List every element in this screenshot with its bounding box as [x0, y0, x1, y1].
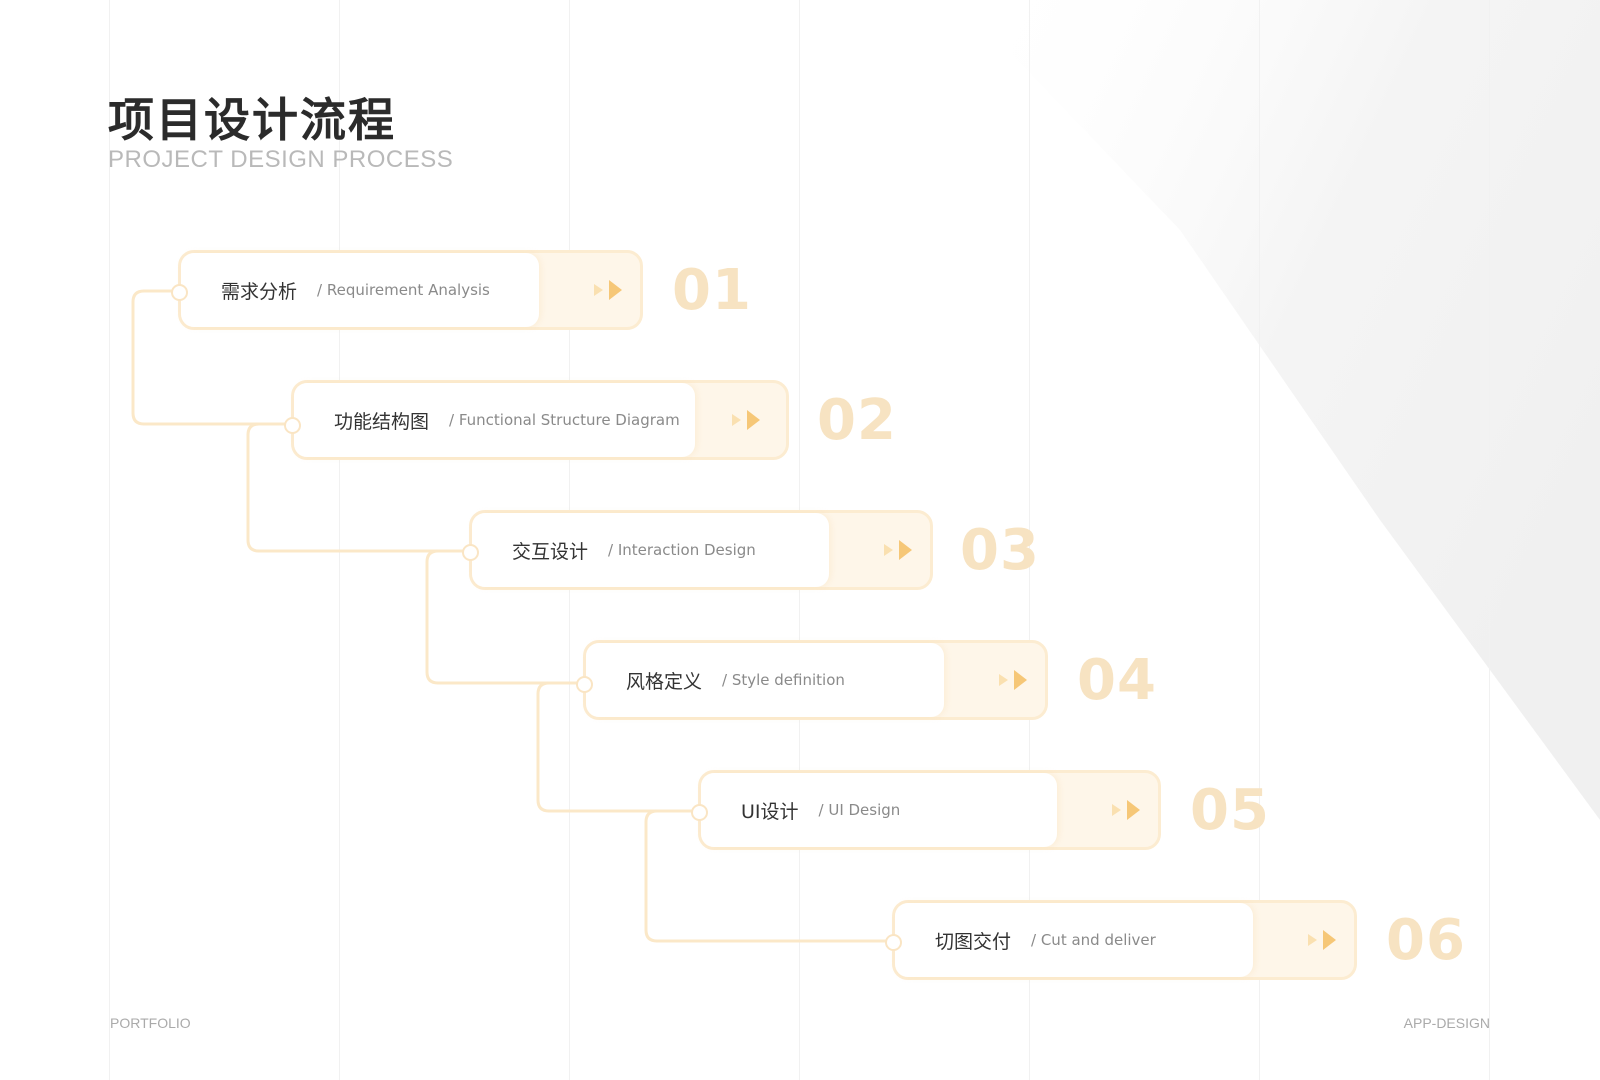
double-arrow-icon	[594, 280, 622, 300]
step-number-3: 03	[960, 518, 1040, 583]
step-number-4: 04	[1077, 648, 1157, 713]
step-title-cn: 切图交付	[935, 930, 1012, 953]
double-arrow-icon	[884, 540, 912, 560]
step-card-1-label: 需求分析 / Requirement Analysis	[181, 253, 539, 327]
double-arrow-icon	[732, 410, 760, 430]
step-node-2	[284, 417, 301, 434]
step-title-en: / Style definition	[722, 671, 845, 689]
step-node-3	[462, 544, 479, 561]
step-card-6-label: 切图交付 / Cut and deliver	[895, 903, 1253, 977]
double-arrow-icon	[1112, 800, 1140, 820]
step-title-en: / Cut and deliver	[1031, 931, 1156, 949]
step-number-5: 05	[1190, 778, 1270, 843]
step-card-2[interactable]: 功能结构图 / Functional Structure Diagram	[291, 380, 789, 460]
step-title-cn: 风格定义	[626, 670, 703, 693]
step-card-5[interactable]: UI设计 / UI Design	[698, 770, 1161, 850]
double-arrow-icon	[999, 670, 1027, 690]
step-node-6	[885, 934, 902, 951]
step-card-3-label: 交互设计 / Interaction Design	[472, 513, 829, 587]
step-card-3[interactable]: 交互设计 / Interaction Design	[469, 510, 933, 590]
step-card-4-label: 风格定义 / Style definition	[586, 643, 944, 717]
step-number-1: 01	[672, 258, 752, 323]
footer-portfolio-label: PORTFOLIO	[110, 1015, 191, 1031]
step-card-1[interactable]: 需求分析 / Requirement Analysis	[178, 250, 643, 330]
step-title-en: / Interaction Design	[608, 541, 756, 559]
step-card-4[interactable]: 风格定义 / Style definition	[583, 640, 1048, 720]
double-arrow-icon	[1308, 930, 1336, 950]
step-title-cn: 需求分析	[221, 280, 298, 303]
page-subtitle: PROJECT DESIGN PROCESS	[108, 146, 454, 173]
footer-app-design-label: APP-DESIGN	[1403, 1015, 1490, 1031]
step-card-2-label: 功能结构图 / Functional Structure Diagram	[294, 383, 695, 457]
step-card-5-label: UI设计 / UI Design	[701, 773, 1057, 847]
step-node-5	[691, 804, 708, 821]
step-node-4	[576, 676, 593, 693]
step-card-6[interactable]: 切图交付 / Cut and deliver	[892, 900, 1357, 980]
step-title-cn: 功能结构图	[334, 410, 430, 433]
step-title-en: / Functional Structure Diagram	[449, 411, 680, 429]
step-title-en: / Requirement Analysis	[317, 281, 490, 299]
process-slide: 项目设计流程 PROJECT DESIGN PROCESS 需求分析 / Req…	[0, 0, 1600, 1080]
gridline	[1489, 0, 1490, 1080]
step-title-cn: 交互设计	[512, 540, 589, 563]
page-title: 项目设计流程	[108, 93, 396, 147]
step-node-1	[171, 284, 188, 301]
step-title-cn: UI设计	[741, 800, 799, 823]
step-number-6: 06	[1386, 908, 1466, 973]
step-title-en: / UI Design	[818, 801, 901, 819]
step-number-2: 02	[817, 388, 897, 453]
